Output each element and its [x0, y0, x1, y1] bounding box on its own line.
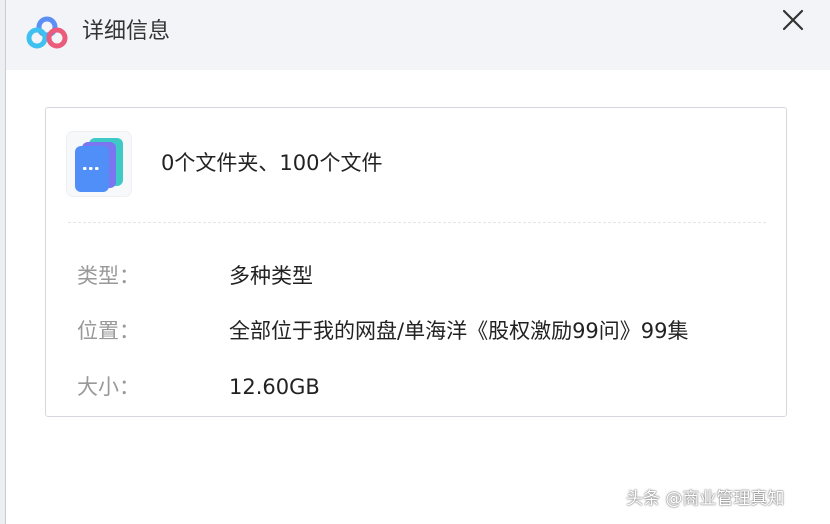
size-label: 大小： — [77, 375, 140, 399]
details-dialog: 详细信息 0个文件夹、100个文件 类型： 多种类型 位置： 全部位于我的网盘/… — [6, 0, 830, 524]
type-label: 类型： — [77, 264, 140, 288]
divider — [68, 222, 766, 223]
location-value[interactable]: 全部位于我的网盘/单海洋《股权激励99问》99集 — [229, 316, 689, 346]
file-info-card: 0个文件夹、100个文件 类型： 多种类型 位置： 全部位于我的网盘/单海洋《股… — [45, 107, 787, 417]
dialog-title: 详细信息 — [82, 19, 171, 44]
watermark-text: 头条 @商业管理真知 — [626, 489, 785, 509]
multi-file-icon — [67, 132, 131, 196]
title-bar: 详细信息 — [6, 0, 830, 70]
size-value: 12.60GB — [229, 375, 320, 399]
type-value: 多种类型 — [229, 264, 313, 288]
close-icon[interactable] — [777, 4, 809, 36]
file-summary: 0个文件夹、100个文件 — [161, 151, 383, 175]
baidu-netdisk-logo-icon — [26, 16, 68, 49]
location-label: 位置： — [77, 319, 140, 343]
